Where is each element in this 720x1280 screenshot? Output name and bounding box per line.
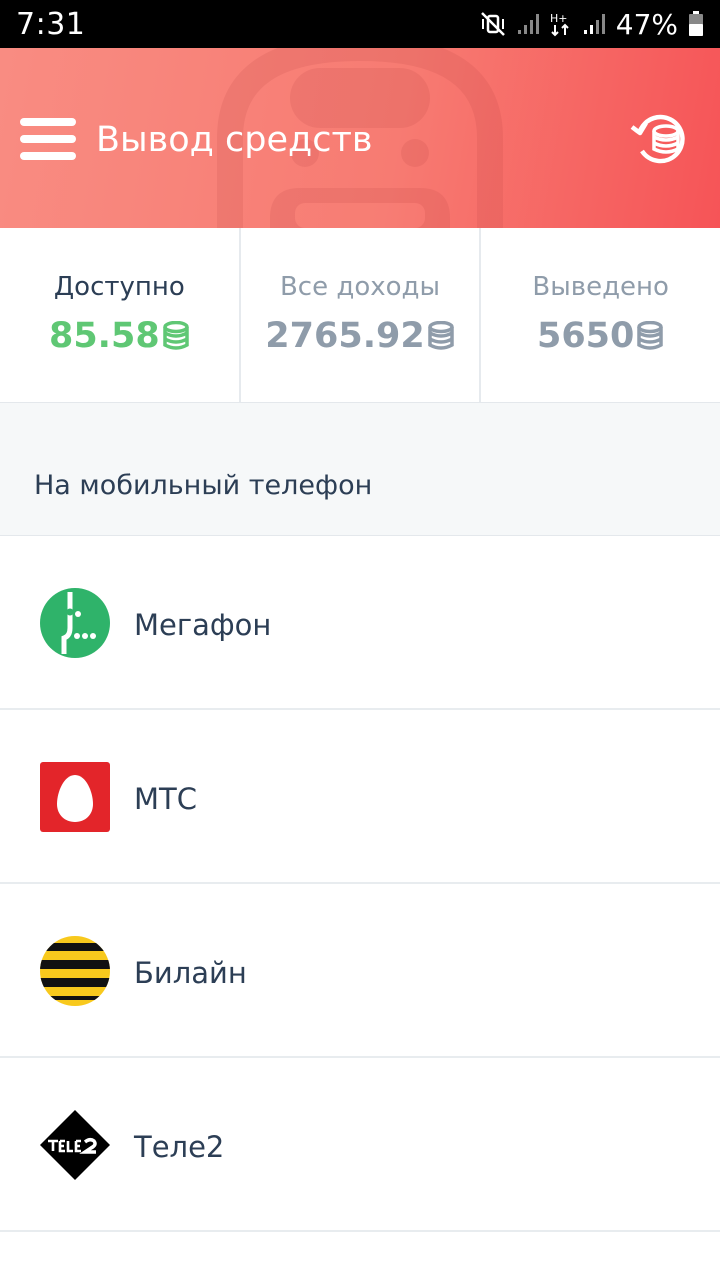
stat-label: Все доходы [279,272,441,302]
operator-name: МТС [134,782,197,816]
coin-icon [427,321,454,350]
status-icons: H+ 47% [480,8,704,41]
app-header: Вывод средств [0,48,720,228]
stat-value: 5650 [537,316,664,356]
operator-beeline[interactable]: Билайн [0,884,720,1058]
hamburger-menu-icon [20,118,76,126]
operator-name: Теле2 [134,1130,225,1164]
status-time: 7:31 [16,6,86,42]
signal-icon [583,14,605,34]
page-title: Вывод средств [96,120,373,160]
section-header: На мобильный телефон [0,403,720,536]
stat-value: 85.58 [49,316,190,356]
stat-label: Выведено [532,272,669,302]
h-plus-data-icon: H+ [550,12,569,37]
stat-amount: 5650 [536,316,635,356]
stat-value: 2765.92 [265,316,454,356]
battery-percent: 47% [615,7,678,41]
operator-tele2[interactable]: Теле2 [0,1058,720,1232]
operator-mts[interactable]: МТС [0,710,720,884]
stat-total-income: Все доходы 2765.92 [241,228,482,402]
stat-label: Доступно [53,272,185,302]
stat-amount: 2765.92 [265,316,425,356]
mute-vibrate-icon [480,12,505,36]
coin-icon [637,321,664,350]
stat-amount: 85.58 [48,316,160,356]
balance-stats: Доступно 85.58 Все доходы 2765.92 Выведе… [0,228,720,403]
beeline-logo-icon [40,936,110,1006]
operator-name: Мегафон [134,608,272,642]
status-bar: 7:31 H+ 47% [0,0,720,48]
coin-icon [162,321,189,350]
stat-withdrawn: Выведено 5650 [481,228,720,402]
svg-text:H+: H+ [550,12,568,25]
mts-logo-icon [40,762,110,832]
coin-history-icon [630,114,685,164]
operator-megafon[interactable]: Мегафон [0,536,720,710]
withdrawal-history-button[interactable] [630,113,692,167]
megafon-logo-icon [40,588,110,658]
operator-name: Билайн [134,956,247,990]
menu-button[interactable] [20,118,76,160]
operator-list: Мегафон МТС Билайн Теле2 [0,536,720,1232]
section-title: На мобильный телефон [34,470,373,501]
battery-icon [689,11,703,36]
tele2-logo-icon [40,1110,110,1180]
stat-available: Доступно 85.58 [0,228,241,402]
signal-icon [517,14,539,34]
